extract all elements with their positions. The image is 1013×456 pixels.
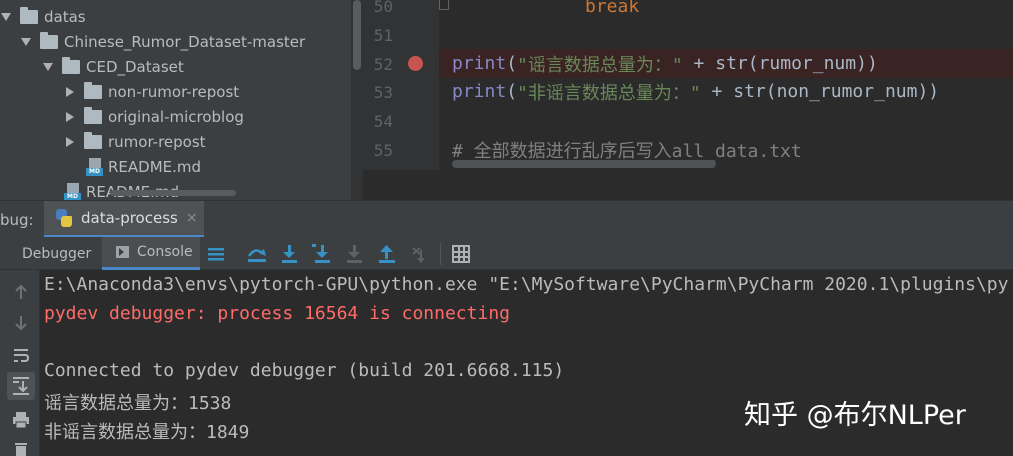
tab-label: Debugger bbox=[22, 245, 92, 262]
trash-icon[interactable] bbox=[11, 440, 31, 456]
tree-item-label: Chinese_Rumor_Dataset-master bbox=[64, 32, 306, 51]
code-string: "非谣言数据总量为：" bbox=[517, 82, 701, 104]
line-number: 54 bbox=[373, 112, 393, 131]
folder-icon bbox=[84, 131, 102, 149]
tab-console[interactable]: Console bbox=[102, 237, 200, 270]
console-line-non-rumor-count: 非谣言数据总量为：1849 bbox=[44, 422, 250, 443]
evaluate-expression-icon[interactable] bbox=[451, 244, 471, 264]
chevron-right-icon[interactable] bbox=[64, 111, 76, 123]
tree-item-label: README.md bbox=[108, 157, 202, 176]
code-editor[interactable]: 50 51 52 53 54 55 break print("谣言数据总量为："… bbox=[363, 0, 1013, 200]
tree-horizontal-scrollbar[interactable] bbox=[110, 190, 236, 196]
step-out-icon[interactable] bbox=[377, 244, 397, 264]
code-line-50[interactable]: break bbox=[585, 0, 639, 21]
console-line-rumor-count: 谣言数据总量为：1538 bbox=[44, 393, 232, 414]
watermark: 知乎 @布尔NLPer bbox=[744, 400, 966, 431]
tree-item-label: non-rumor-repost bbox=[108, 82, 240, 101]
fold-icon[interactable] bbox=[439, 0, 449, 10]
code-token: ( bbox=[506, 53, 518, 74]
tree-item-chinese-rumor-dataset[interactable]: Chinese_Rumor_Dataset-master bbox=[20, 29, 305, 54]
line-number: 50 bbox=[373, 0, 393, 16]
line-number: 53 bbox=[373, 83, 393, 102]
code-string: "谣言数据总量为：" bbox=[517, 54, 683, 76]
line-number: 51 bbox=[373, 26, 393, 45]
code-token: ( bbox=[506, 81, 518, 102]
code-token: print bbox=[452, 81, 507, 102]
arrow-up-icon[interactable] bbox=[11, 282, 31, 302]
console-line-debugger-status: pydev debugger: process 16564 is connect… bbox=[44, 303, 510, 324]
code-token: + str(non_rumor_num)) bbox=[700, 81, 940, 102]
keyword-break: break bbox=[585, 0, 640, 17]
toolbar-separator bbox=[440, 243, 441, 265]
breakpoint-icon[interactable] bbox=[408, 56, 423, 71]
run-to-cursor-icon[interactable] bbox=[410, 244, 430, 264]
scroll-to-end-toggle[interactable] bbox=[7, 372, 35, 400]
tab-debugger[interactable]: Debugger bbox=[22, 237, 91, 270]
close-icon[interactable]: × bbox=[186, 210, 198, 226]
code-line-53[interactable]: print("非谣言数据总量为：" + str(non_rumor_num)) bbox=[452, 77, 939, 106]
console-line-command: E:\Anaconda3\envs\pytorch-GPU\python.exe… bbox=[44, 274, 1009, 295]
step-over-icon[interactable] bbox=[246, 244, 266, 264]
tree-item-non-rumor-repost[interactable]: non-rumor-repost bbox=[64, 79, 239, 104]
code-token: print bbox=[452, 53, 507, 74]
tree-item-label: rumor-repost bbox=[108, 132, 206, 151]
markdown-file-icon: MD bbox=[64, 182, 81, 200]
line-number: 55 bbox=[373, 141, 393, 160]
debug-label: bug: bbox=[0, 211, 34, 229]
console-side-toolbar bbox=[0, 270, 40, 456]
chevron-right-icon[interactable] bbox=[64, 86, 76, 98]
soft-wrap-icon[interactable] bbox=[11, 345, 31, 365]
folder-icon bbox=[84, 106, 102, 124]
editor-bottom-area bbox=[363, 170, 1013, 200]
editor-horizontal-scrollbar[interactable] bbox=[452, 160, 716, 168]
tree-item-rumor-repost[interactable]: rumor-repost bbox=[64, 129, 206, 154]
chevron-down-icon[interactable] bbox=[0, 11, 12, 23]
console-line-connected: Connected to pydev debugger (build 201.6… bbox=[44, 360, 565, 381]
console-icon bbox=[116, 246, 129, 258]
tree-item-label: CED_Dataset bbox=[86, 57, 184, 76]
tab-label: Console bbox=[137, 244, 193, 260]
project-tree: datas Chinese_Rumor_Dataset-master CED_D… bbox=[0, 0, 351, 200]
run-tab-data-process[interactable]: data-process × bbox=[44, 201, 204, 238]
print-icon[interactable] bbox=[11, 410, 31, 430]
folder-icon bbox=[40, 31, 58, 49]
python-icon bbox=[54, 208, 74, 228]
step-into-icon[interactable] bbox=[279, 244, 299, 264]
debug-tool-window-header: bug: data-process × bbox=[0, 200, 1013, 238]
chevron-down-icon[interactable] bbox=[42, 61, 54, 73]
tree-item-readme-inner[interactable]: MD README.md bbox=[86, 154, 201, 179]
folder-icon bbox=[20, 6, 38, 24]
folder-icon bbox=[62, 56, 80, 74]
debugger-toolbar: Debugger Console bbox=[0, 237, 1013, 270]
tree-vertical-scrollbar[interactable] bbox=[351, 0, 363, 200]
force-step-into-icon[interactable] bbox=[312, 244, 332, 264]
tree-item-label: original-microblog bbox=[108, 107, 244, 126]
code-line-52[interactable]: print("谣言数据总量为：" + str(rumor_num)) bbox=[452, 49, 878, 78]
chevron-down-icon[interactable] bbox=[20, 36, 32, 48]
folder-icon bbox=[84, 81, 102, 99]
markdown-file-icon: MD bbox=[86, 157, 103, 176]
tree-item-datas[interactable]: datas bbox=[0, 4, 86, 29]
tree-item-ced-dataset[interactable]: CED_Dataset bbox=[42, 54, 184, 79]
chevron-right-icon[interactable] bbox=[64, 136, 76, 148]
code-comment: # 全部数据进行乱序后写入all_data.txt bbox=[452, 140, 802, 162]
run-tab-label: data-process bbox=[81, 209, 178, 227]
show-execution-point-icon[interactable] bbox=[206, 244, 226, 264]
step-into-my-code-icon[interactable] bbox=[344, 244, 364, 264]
tree-item-label: datas bbox=[44, 7, 86, 26]
line-number: 52 bbox=[373, 55, 393, 74]
editor-gutter[interactable]: 50 51 52 53 54 55 bbox=[363, 0, 439, 170]
code-token: + str(rumor_num)) bbox=[682, 53, 878, 74]
arrow-down-icon[interactable] bbox=[11, 313, 31, 333]
scroll-thumb[interactable] bbox=[353, 0, 361, 70]
tree-item-original-microblog[interactable]: original-microblog bbox=[64, 104, 244, 129]
